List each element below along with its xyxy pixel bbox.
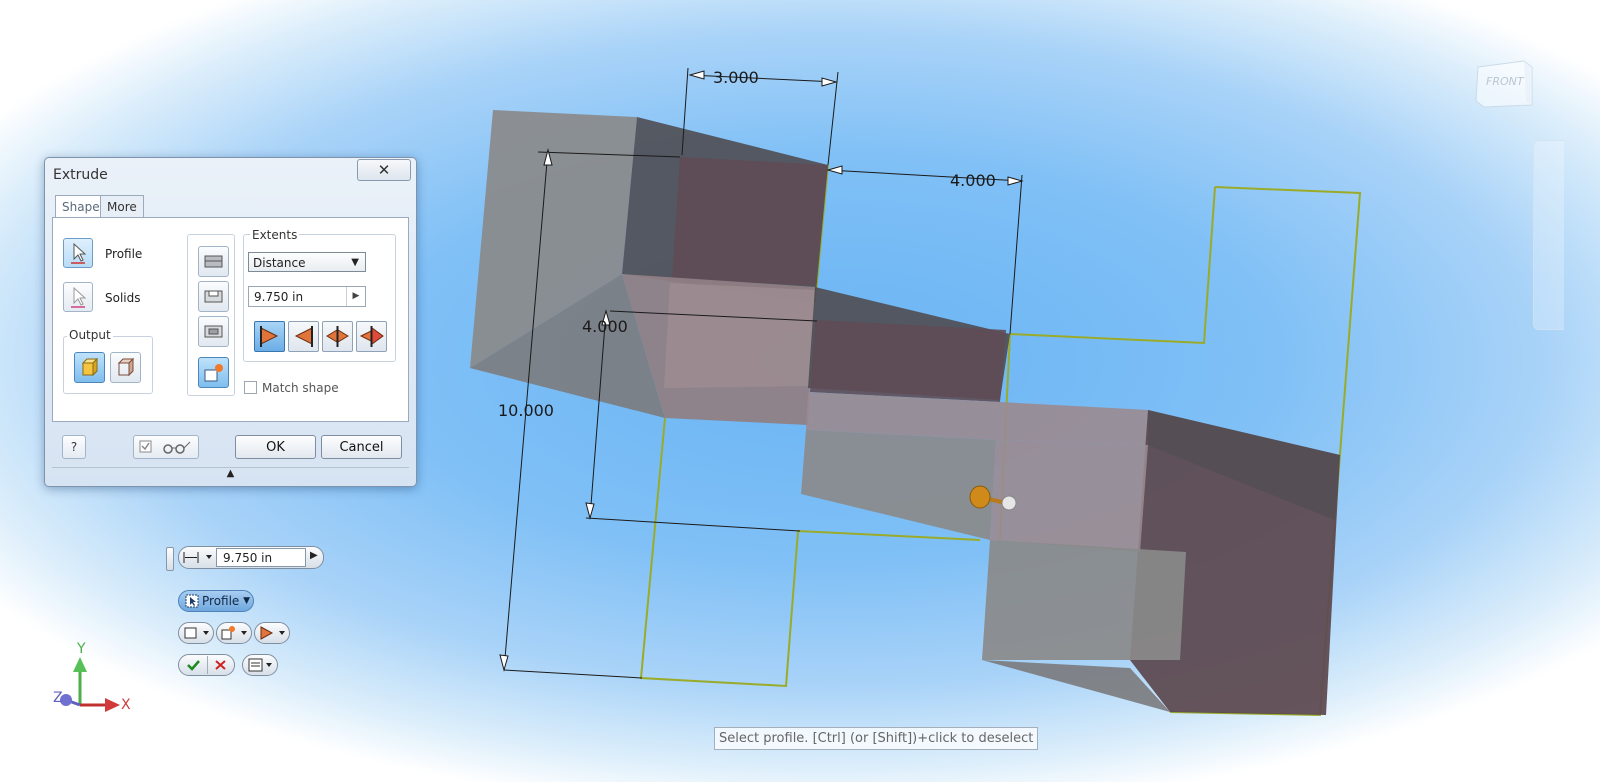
tab-more[interactable]: More — [100, 195, 144, 218]
chevron-right-icon: ▶ — [346, 287, 365, 306]
extrude-block-lower[interactable] — [982, 410, 1340, 715]
mini-extent-type-button[interactable] — [182, 549, 212, 566]
ok-button[interactable]: OK — [235, 435, 316, 459]
axis-label-z: Z — [53, 690, 63, 706]
direction-default-icon — [260, 626, 285, 640]
extents-caption: Extents — [250, 228, 300, 242]
join-operation-button[interactable] — [198, 246, 229, 277]
direction-2-button[interactable] — [288, 321, 319, 352]
dimension-4-000-vertical[interactable]: 4.000 — [582, 318, 628, 336]
mini-profile-label: Profile — [202, 594, 240, 608]
extrude-dialog: Extrude ✕ Shape More Profile Solids Outp… — [44, 157, 417, 487]
mini-profile-button[interactable]: Profile ▼ — [178, 590, 254, 612]
cut-icon — [204, 290, 223, 303]
cancel-x-icon — [215, 660, 226, 670]
dimension-10-000[interactable]: 10.000 — [498, 402, 554, 420]
chevron-right-icon[interactable]: ▶ — [310, 550, 318, 561]
coordinate-triad — [60, 657, 120, 712]
tab-shape[interactable]: Shape — [55, 195, 107, 219]
new-solid-icon — [204, 364, 223, 382]
mini-cancel-button[interactable] — [207, 656, 233, 674]
options-menu-icon — [248, 658, 272, 672]
mini-distance-input[interactable]: 9.750 in — [216, 548, 306, 567]
axis-label-x: X — [121, 697, 131, 713]
output-caption: Output — [67, 328, 113, 342]
solid-cube-icon — [81, 357, 99, 377]
cancel-button[interactable]: Cancel — [321, 435, 402, 459]
surface-cube-icon — [117, 357, 135, 377]
distance-input[interactable]: 9.750 in ▶ — [248, 286, 366, 307]
profile-label: Profile — [105, 247, 143, 261]
direction-1-button[interactable] — [254, 321, 285, 352]
preview-toggle[interactable] — [133, 435, 199, 459]
profile-select-button[interactable] — [63, 238, 93, 268]
preview-glasses-icon — [139, 440, 191, 454]
shape-tab-panel: Profile Solids Output Extents Distance ▼… — [52, 217, 409, 422]
mini-output-button[interactable] — [178, 622, 214, 644]
extent-distance-icon — [183, 552, 212, 563]
axis-label-y: Y — [77, 641, 86, 657]
expand-dialog-toggle[interactable]: ▲ — [52, 467, 409, 480]
new-solid-button[interactable] — [198, 357, 229, 388]
expand-arrow-icon: ▲ — [226, 468, 235, 479]
distance-value: 9.750 in — [254, 290, 304, 304]
checkmark-icon — [187, 660, 200, 671]
join-icon — [204, 255, 223, 268]
profile-select-icon — [185, 594, 199, 608]
cursor-arrow-icon — [71, 242, 87, 264]
mini-options-button[interactable] — [242, 654, 278, 676]
output-surface-button[interactable] — [110, 352, 141, 383]
chevron-down-icon: ▼ — [351, 257, 359, 268]
new-solid-icon — [221, 626, 247, 640]
direction-flipped-icon — [294, 326, 313, 347]
solid-output-icon — [184, 627, 209, 639]
mini-toolbar-grip[interactable] — [166, 547, 174, 571]
extrude-block-upper[interactable] — [470, 110, 828, 425]
direction-asymmetric-icon — [359, 326, 384, 347]
solids-select-button[interactable] — [63, 282, 93, 312]
dialog-title: Extrude — [53, 167, 108, 183]
output-solid-button[interactable] — [74, 352, 105, 383]
direction-symmetric-icon — [326, 326, 349, 347]
help-icon: ? — [70, 440, 78, 454]
chevron-down-icon: ▼ — [243, 596, 250, 606]
extents-type-select[interactable]: Distance ▼ — [248, 252, 366, 272]
dimension-3-000[interactable]: 3.000 — [713, 69, 759, 87]
match-shape-checkbox[interactable] — [244, 381, 257, 394]
direction-symmetric-button[interactable] — [322, 321, 353, 352]
cut-operation-button[interactable] — [198, 281, 229, 312]
close-button[interactable]: ✕ — [357, 159, 411, 181]
mini-direction-button[interactable] — [254, 622, 290, 644]
direction-asymmetric-button[interactable] — [356, 321, 387, 352]
view-cube-face-label: FRONT — [1486, 75, 1524, 88]
direction-default-icon — [260, 326, 279, 347]
extents-type-value: Distance — [253, 256, 306, 270]
dimension-4-000-horizontal[interactable]: 4.000 — [950, 172, 996, 190]
solids-label: Solids — [105, 291, 141, 305]
close-icon: ✕ — [377, 161, 391, 179]
cursor-arrow-icon — [71, 286, 87, 308]
mini-distance-value: 9.750 in — [223, 551, 273, 565]
help-button[interactable]: ? — [62, 435, 86, 459]
graphics-viewport[interactable]: 3.000 4.000 4.000 10.000 Y X Z FRONT Sel… — [0, 0, 1600, 782]
view-cube[interactable]: FRONT — [1474, 57, 1534, 109]
intersect-icon — [204, 325, 223, 338]
mini-ok-button[interactable] — [181, 656, 206, 674]
navigation-bar[interactable] — [1533, 140, 1564, 330]
status-hint: Select profile. [Ctrl] (or [Shift])+clic… — [714, 727, 1039, 750]
intersect-operation-button[interactable] — [198, 316, 229, 347]
match-shape-label: Match shape — [262, 381, 339, 395]
mini-new-solid-button[interactable] — [216, 622, 252, 644]
